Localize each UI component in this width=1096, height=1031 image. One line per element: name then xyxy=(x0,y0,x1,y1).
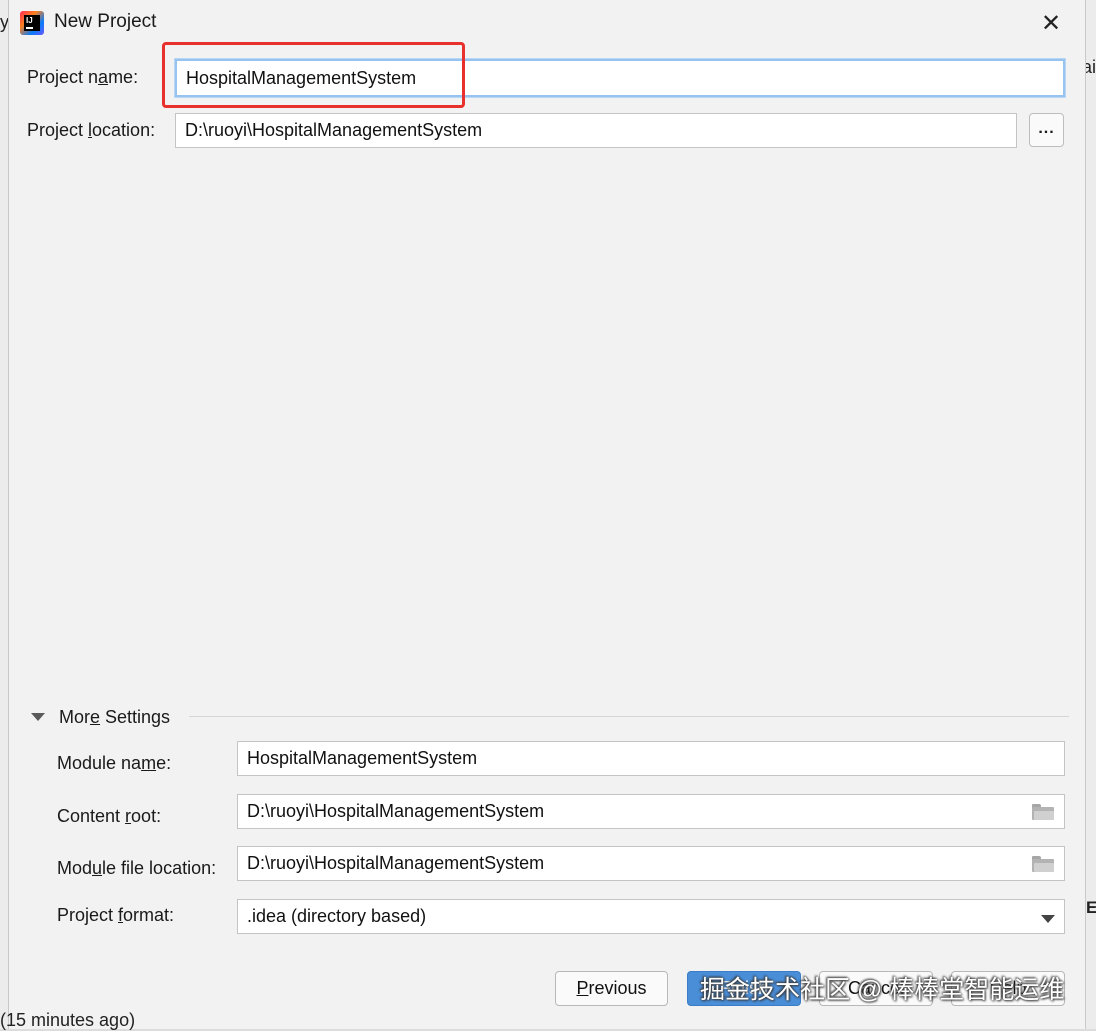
background-status-text: (15 minutes ago) xyxy=(0,1010,136,1030)
new-project-dialog: IJ New Project ✕ Project name: HospitalM… xyxy=(8,0,1086,1029)
collapse-triangle-icon xyxy=(31,713,45,721)
project-location-input[interactable]: D:\ruoyi\HospitalManagementSystem xyxy=(175,113,1017,148)
folder-icon[interactable] xyxy=(1032,804,1054,820)
more-settings-toggle[interactable]: More Settings xyxy=(31,704,170,730)
background-window-right xyxy=(1086,0,1096,1029)
dialog-titlebar: IJ New Project ✕ xyxy=(9,0,1085,46)
chevron-down-icon xyxy=(1041,915,1055,923)
project-format-label: Project format: xyxy=(57,905,175,925)
intellij-app-icon: IJ xyxy=(20,11,44,35)
close-icon[interactable]: ✕ xyxy=(1033,6,1069,40)
module-file-location-label: Module file location: xyxy=(57,858,217,878)
project-location-label: Project location: xyxy=(27,120,156,140)
module-file-location-input[interactable]: D:\ruoyi\HospitalManagementSystem xyxy=(237,846,1065,881)
content-root-input[interactable]: D:\ruoyi\HospitalManagementSystem xyxy=(237,794,1065,829)
browse-location-button[interactable]: ... xyxy=(1029,113,1064,147)
project-format-select[interactable]: .idea (directory based) xyxy=(237,899,1065,934)
background-text-right-2: E xyxy=(1086,898,1096,917)
module-name-label: Module name: xyxy=(57,753,172,773)
previous-button[interactable]: Previous xyxy=(555,971,668,1006)
module-name-input[interactable]: HospitalManagementSystem xyxy=(237,741,1065,776)
more-settings-title: More Settings xyxy=(59,706,171,727)
watermark-text: 掘金技术社区 @ 棒棒堂智能运维 xyxy=(700,976,1065,1004)
content-root-label: Content root: xyxy=(57,806,162,826)
more-settings-divider xyxy=(189,716,1069,717)
folder-icon[interactable] xyxy=(1032,856,1054,872)
project-name-label: Project name: xyxy=(27,67,139,87)
dialog-title: New Project xyxy=(54,11,157,32)
project-name-input[interactable]: HospitalManagementSystem xyxy=(175,59,1065,97)
